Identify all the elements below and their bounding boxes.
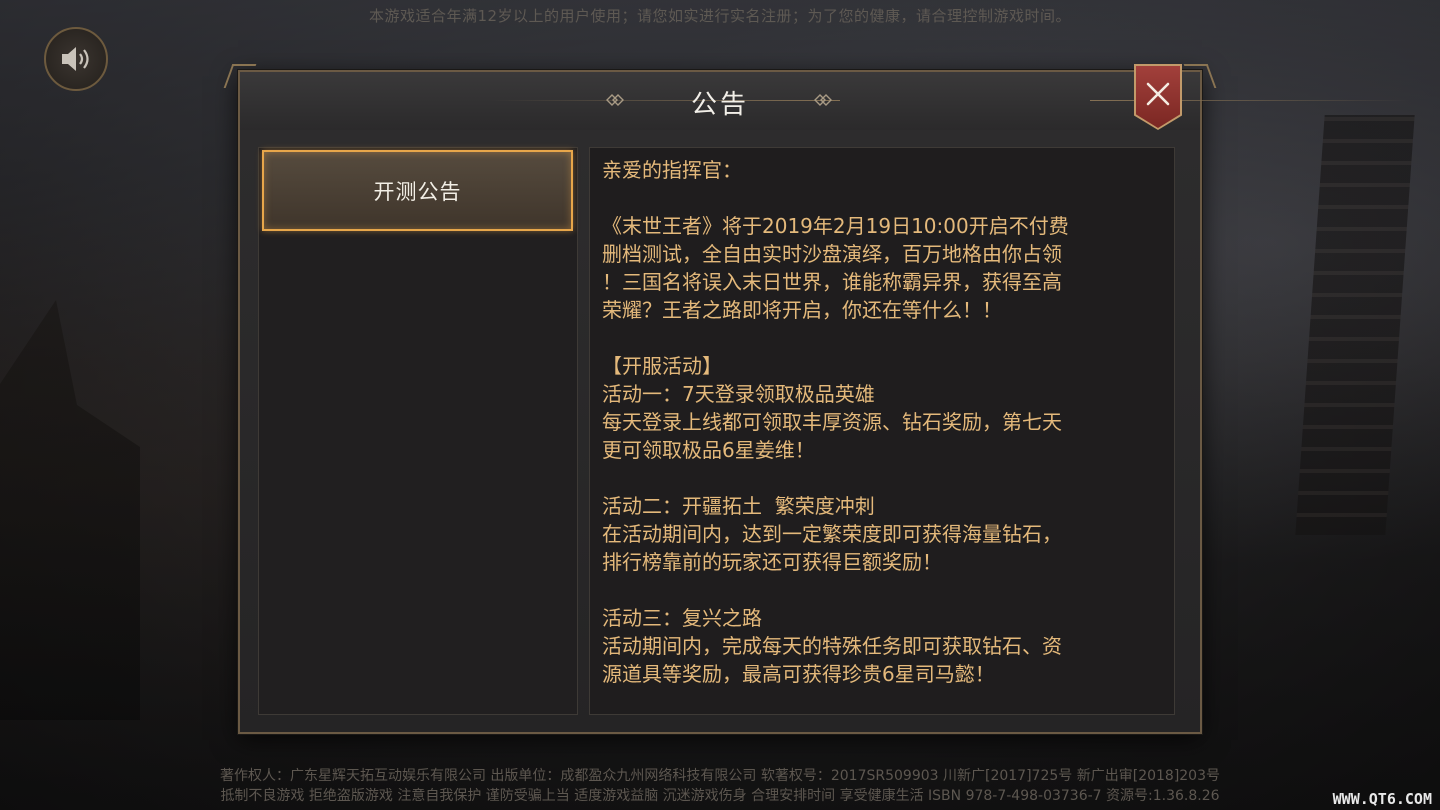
copyright-footer: 著作权人：广东星辉天拓互动娱乐有限公司 出版单位：成都盈众九州网络科技有限公司 …	[219, 768, 1221, 784]
tab-open-test-announcement[interactable]: 开测公告	[262, 150, 573, 231]
content-line: 亲爱的指挥官：	[602, 158, 742, 182]
announcement-content: 亲爱的指挥官： 《末世王者》将于2019年2月19日10:00开启不付费 删档测…	[589, 147, 1175, 715]
content-line: 每天登录上线都可领取丰厚资源、钻石奖励，第七天	[602, 410, 1062, 434]
content-line	[602, 324, 1162, 352]
content-line: 荣耀？王者之路即将开启，你还在等什么！！	[602, 298, 1002, 322]
diamond-ornament-icon	[606, 94, 624, 106]
content-line: 在活动期间内，达到一定繁荣度即可获得海量钻石，	[602, 522, 1062, 546]
content-line: 《末世王者》将于2019年2月19日10:00开启不付费	[602, 214, 1069, 238]
content-line: 【开服活动】	[602, 354, 722, 378]
content-line: 删档测试，全自由实时沙盘演绎，百万地格由你占领	[602, 242, 1062, 266]
content-line: 源道具等奖励，最高可获得珍贵6星司马懿！	[602, 662, 995, 686]
content-line	[602, 464, 1162, 492]
content-line: 活动一：7天登录领取极品英雄	[602, 382, 875, 406]
announcement-tab-list	[258, 147, 578, 715]
content-line: 活动三：复兴之路	[602, 606, 762, 630]
content-line: ！三国名将误入末日世界，谁能称霸异界，获得至高	[602, 270, 1062, 294]
diamond-ornament-icon	[814, 94, 832, 106]
site-watermark: WWW.QT6.COM	[1332, 790, 1432, 808]
title-divider-left	[490, 100, 840, 101]
dialog-title-area: 公告	[240, 80, 1410, 120]
content-line: 更可领取极品6星姜维！	[602, 438, 815, 462]
health-advisory-footer: 抵制不良游戏 拒绝盗版游戏 注意自我保护 谨防受骗上当 适度游戏益脑 沉迷游戏伤…	[220, 788, 1220, 804]
tab-label: 开测公告	[373, 179, 462, 204]
content-line: 排行榜靠前的玩家还可获得巨额奖励！	[602, 550, 942, 574]
close-icon	[1146, 82, 1170, 106]
content-line: 活动期间内，完成每天的特殊任务即可获取钻石、资	[602, 634, 1062, 658]
content-line: 活动二：开疆拓土 繁荣度冲刺	[602, 494, 875, 518]
sound-button[interactable]	[44, 27, 108, 91]
health-notice: 本游戏适合年满12岁以上的用户使用；请您如实进行实名注册；为了您的健康，请合理控…	[368, 7, 1072, 25]
dialog-title: 公告	[690, 90, 750, 120]
speaker-icon	[62, 47, 89, 71]
content-line	[602, 576, 1162, 604]
content-line	[602, 184, 1162, 212]
